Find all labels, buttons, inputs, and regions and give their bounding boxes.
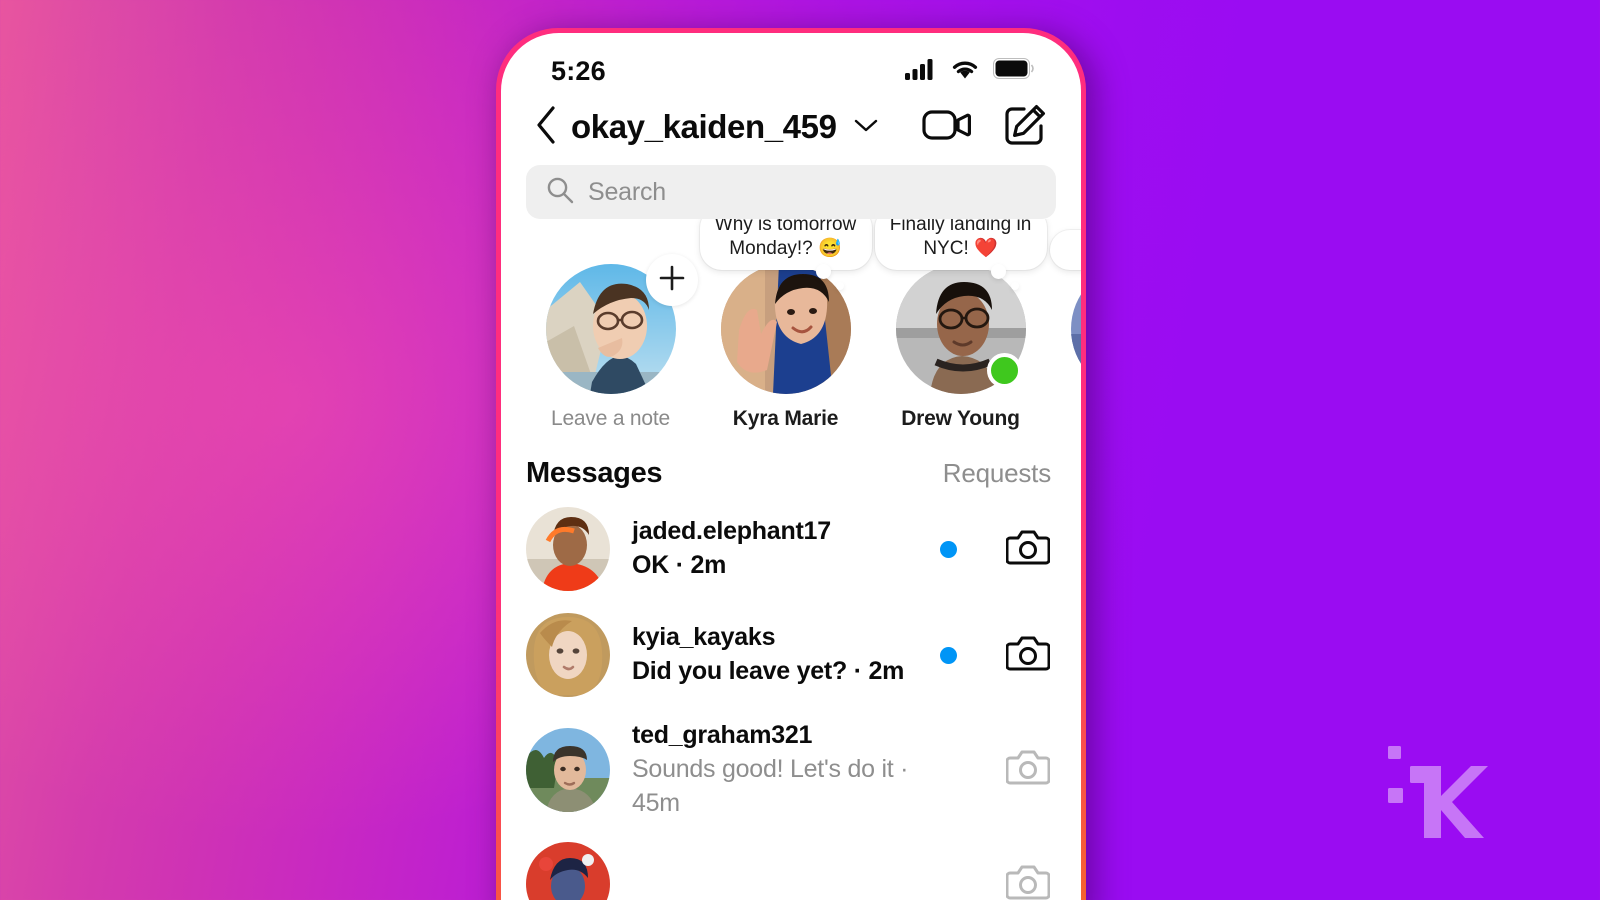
battery-icon [993, 58, 1035, 84]
messages-title: Messages [526, 457, 663, 489]
k-logo-watermark [1372, 730, 1492, 838]
conversation-preview: Sounds good! Let's do it · 45m [632, 754, 909, 817]
chevron-down-icon [853, 117, 879, 138]
plus-icon [658, 264, 686, 297]
inbox-header: okay_kaiden_459 [501, 95, 1081, 161]
note-label: Kyra Marie [732, 407, 839, 430]
note-item[interactable]: Ga w Jad [1048, 230, 1081, 431]
camera-button[interactable] [1005, 861, 1051, 900]
account-switcher-button[interactable] [853, 117, 879, 138]
cellular-signal-icon [905, 58, 937, 85]
note-item[interactable]: Leave a note [523, 254, 698, 431]
online-status-indicator [986, 353, 1022, 388]
video-camera-icon [922, 106, 972, 149]
camera-button[interactable] [1005, 747, 1051, 793]
unread-indicator [940, 540, 957, 558]
phone-screen: 5:26 okay_kaiden_459 Search Leave a note… [501, 33, 1081, 900]
note-bubble[interactable]: Why is tomorrow Monday!? 😅 [699, 219, 872, 290]
conversation-list: jaded.elephant17 OK · 2m kyia_kayaks Did… [501, 496, 1081, 900]
status-bar: 5:26 [501, 33, 1081, 95]
messages-section-header: Messages Requests [501, 431, 1081, 496]
conversation-preview: Did you leave yet? · 2m [632, 657, 905, 685]
note-label: Leave a note [550, 407, 671, 430]
note-item[interactable]: Finally landing in NYC! ❤️ Drew Young [873, 219, 1048, 431]
conversation-text: kyia_kayaks Did you leave yet? · 2m [632, 621, 918, 689]
camera-icon [1005, 862, 1051, 900]
note-bubble[interactable]: Ga w [1049, 230, 1081, 270]
search-row: Search [501, 161, 1081, 219]
account-username[interactable]: okay_kaiden_459 [571, 108, 837, 146]
conversation-text: jaded.elephant17 OK · 2m [632, 515, 918, 583]
camera-icon [1005, 747, 1051, 792]
avatar [526, 613, 610, 697]
note-avatar-wrapper [895, 264, 1026, 394]
new-message-button[interactable] [999, 101, 1051, 153]
avatar [720, 264, 851, 394]
note-item[interactable]: Why is tomorrow Monday!? 😅 Kyra Marie [698, 219, 873, 431]
wifi-icon [950, 58, 980, 85]
avatar [526, 842, 610, 900]
avatar [526, 507, 610, 591]
conversation-row[interactable] [501, 831, 1081, 900]
note-label: Drew Young [901, 407, 1020, 430]
note-avatar-wrapper [1070, 264, 1081, 394]
conversation-preview: OK · 2m [632, 551, 727, 579]
search-placeholder: Search [588, 177, 667, 206]
avatar [1070, 264, 1081, 394]
conversation-row[interactable]: kyia_kayaks Did you leave yet? · 2m [501, 602, 1081, 708]
video-call-button[interactable] [921, 101, 973, 153]
camera-button[interactable] [1005, 632, 1051, 678]
status-bar-time: 5:26 [551, 55, 606, 86]
camera-icon [1005, 527, 1051, 572]
phone-mockup: 5:26 okay_kaiden_459 Search Leave a note… [496, 28, 1096, 900]
conversation-username: ted_graham321 [632, 721, 813, 749]
back-button[interactable] [525, 104, 567, 150]
notes-carousel[interactable]: Leave a note Why is tomorrow Monday!? 😅 [501, 219, 1081, 431]
conversation-row[interactable]: jaded.elephant17 OK · 2m [501, 496, 1081, 602]
conversation-text: ted_graham321 Sounds good! Let's do it ·… [632, 719, 918, 820]
conversation-username: kyia_kayaks [632, 623, 776, 652]
status-bar-icons [905, 58, 1035, 85]
note-avatar-wrapper [720, 264, 851, 394]
search-icon [546, 176, 574, 209]
unread-indicator [940, 646, 957, 664]
add-note-button[interactable] [645, 254, 698, 306]
conversation-username: jaded.elephant17 [632, 517, 831, 546]
message-requests-link[interactable]: Requests [943, 458, 1051, 489]
camera-icon [1005, 633, 1051, 678]
compose-icon [1003, 103, 1047, 152]
chevron-left-icon [534, 105, 558, 150]
phone-frame: 5:26 okay_kaiden_459 Search Leave a note… [496, 28, 1086, 900]
conversation-row[interactable]: ted_graham321 Sounds good! Let's do it ·… [501, 708, 1081, 831]
camera-button[interactable] [1005, 526, 1051, 572]
search-input[interactable]: Search [526, 165, 1056, 219]
note-avatar-wrapper [545, 254, 698, 394]
avatar [526, 727, 610, 812]
note-bubble[interactable]: Finally landing in NYC! ❤️ [874, 219, 1047, 290]
